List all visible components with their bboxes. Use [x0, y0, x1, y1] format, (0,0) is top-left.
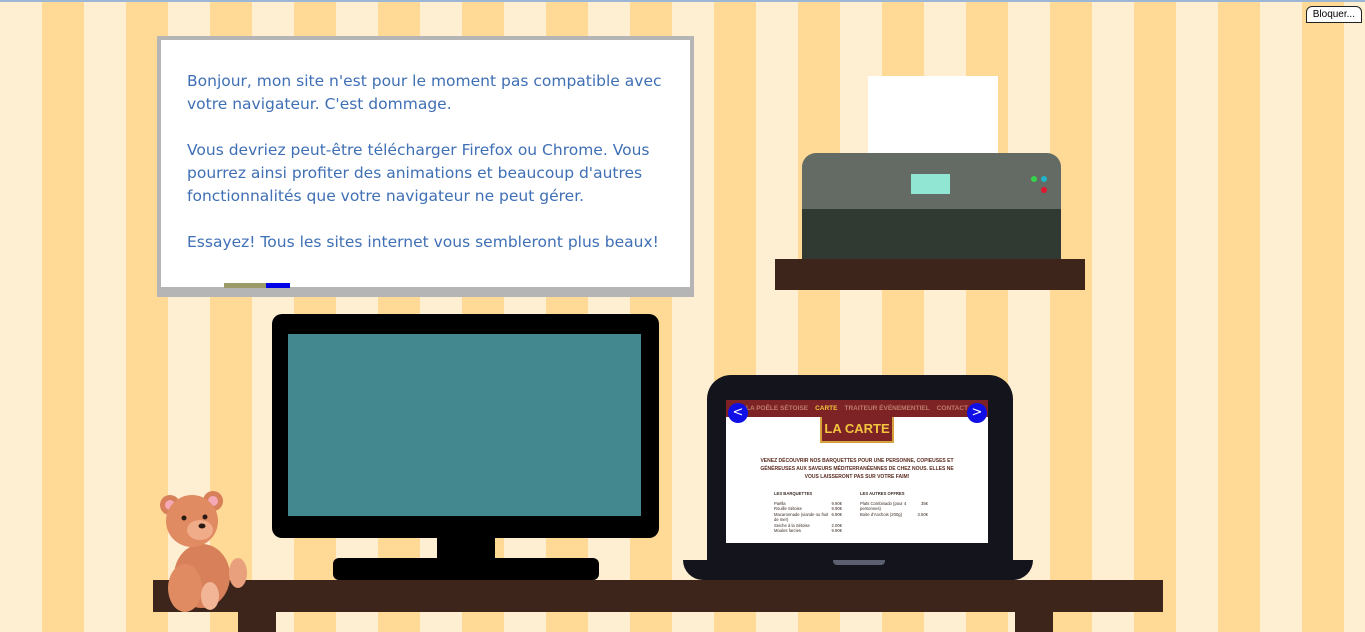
- menu-item: Boite d'Anchois (200g) 3.60€: [860, 511, 928, 517]
- laptop-notch: [833, 560, 885, 565]
- laptop-screen: LA POÊLE SÉTOISE CARTE TRAITEUR ÉVÉNEMEN…: [726, 400, 988, 543]
- menu-column-heading: LES BARQUETTES: [774, 491, 813, 496]
- laptop-site-nav: LA POÊLE SÉTOISE CARTE TRAITEUR ÉVÉNEMEN…: [726, 400, 988, 417]
- monitor-base: [333, 558, 599, 580]
- whiteboard: Bonjour, mon site n'est pour le moment p…: [157, 36, 694, 297]
- laptop-nav-item-home[interactable]: LA POÊLE SÉTOISE: [746, 400, 808, 417]
- menu-item: Moules farcies 9.90€: [774, 528, 842, 533]
- menu-item: Plats Combinado (pour 4 personnes) 35€: [860, 500, 928, 512]
- laptop-next-arrow-button[interactable]: >: [967, 403, 987, 423]
- desk-top: [153, 580, 1163, 612]
- printer-bottom: [802, 209, 1061, 260]
- laptop-prev-arrow-button[interactable]: <: [728, 403, 748, 423]
- whiteboard-paragraph-3: Essayez! Tous les sites internet vous se…: [187, 233, 659, 251]
- printer-paper: [868, 76, 998, 160]
- printer-led-cyan: [1041, 176, 1047, 182]
- laptop-nav-item-traiteur[interactable]: TRAITEUR ÉVÉNEMENTIEL: [844, 400, 929, 417]
- whiteboard-paragraph-1: Bonjour, mon site n'est pour le moment p…: [187, 72, 662, 113]
- laptop-site-title: LA CARTE: [820, 417, 894, 443]
- whiteboard-message: Bonjour, mon site n'est pour le moment p…: [187, 70, 677, 254]
- whiteboard-marker-olive: [224, 283, 266, 288]
- whiteboard-marker-blue: [266, 283, 290, 288]
- menu-item: Macaronnade (viande ou fruit de mer) 6.90…: [774, 511, 842, 523]
- menu-column-heading: LES AUTRES OFFRES: [860, 491, 905, 496]
- block-button[interactable]: Bloquer...: [1305, 6, 1362, 23]
- printer-led-red: [1041, 187, 1047, 193]
- monitor-screen: [288, 334, 641, 516]
- printer-screen: [911, 174, 950, 194]
- laptop-site-menu: LES BARQUETTES Paëlla 9.90€ Rouille Sétoi…: [774, 491, 988, 534]
- laptop-nav-item-contact[interactable]: CONTACT: [937, 400, 968, 417]
- wall-shelf: [775, 259, 1085, 290]
- laptop-nav-item-carte[interactable]: CARTE: [815, 400, 837, 417]
- desktop-monitor: [272, 314, 659, 538]
- desk-leg-left: [238, 612, 276, 632]
- menu-column-autres: LES AUTRES OFFRES Plats Combinado (pour …: [860, 491, 928, 534]
- window-top-border: [0, 0, 1365, 2]
- teddy-bear-icon: [160, 491, 247, 612]
- printer-led-green: [1031, 176, 1037, 182]
- whiteboard-paragraph-2: Vous devriez peut-être télécharger Firef…: [187, 141, 650, 205]
- desk-leg-right: [1015, 612, 1053, 632]
- menu-column-barquettes: LES BARQUETTES Paëlla 9.90€ Rouille Sétoi…: [774, 491, 842, 534]
- laptop-site-intro: VENEZ DÉCOUVRIR NOS BARQUETTES POUR UNE …: [760, 458, 954, 480]
